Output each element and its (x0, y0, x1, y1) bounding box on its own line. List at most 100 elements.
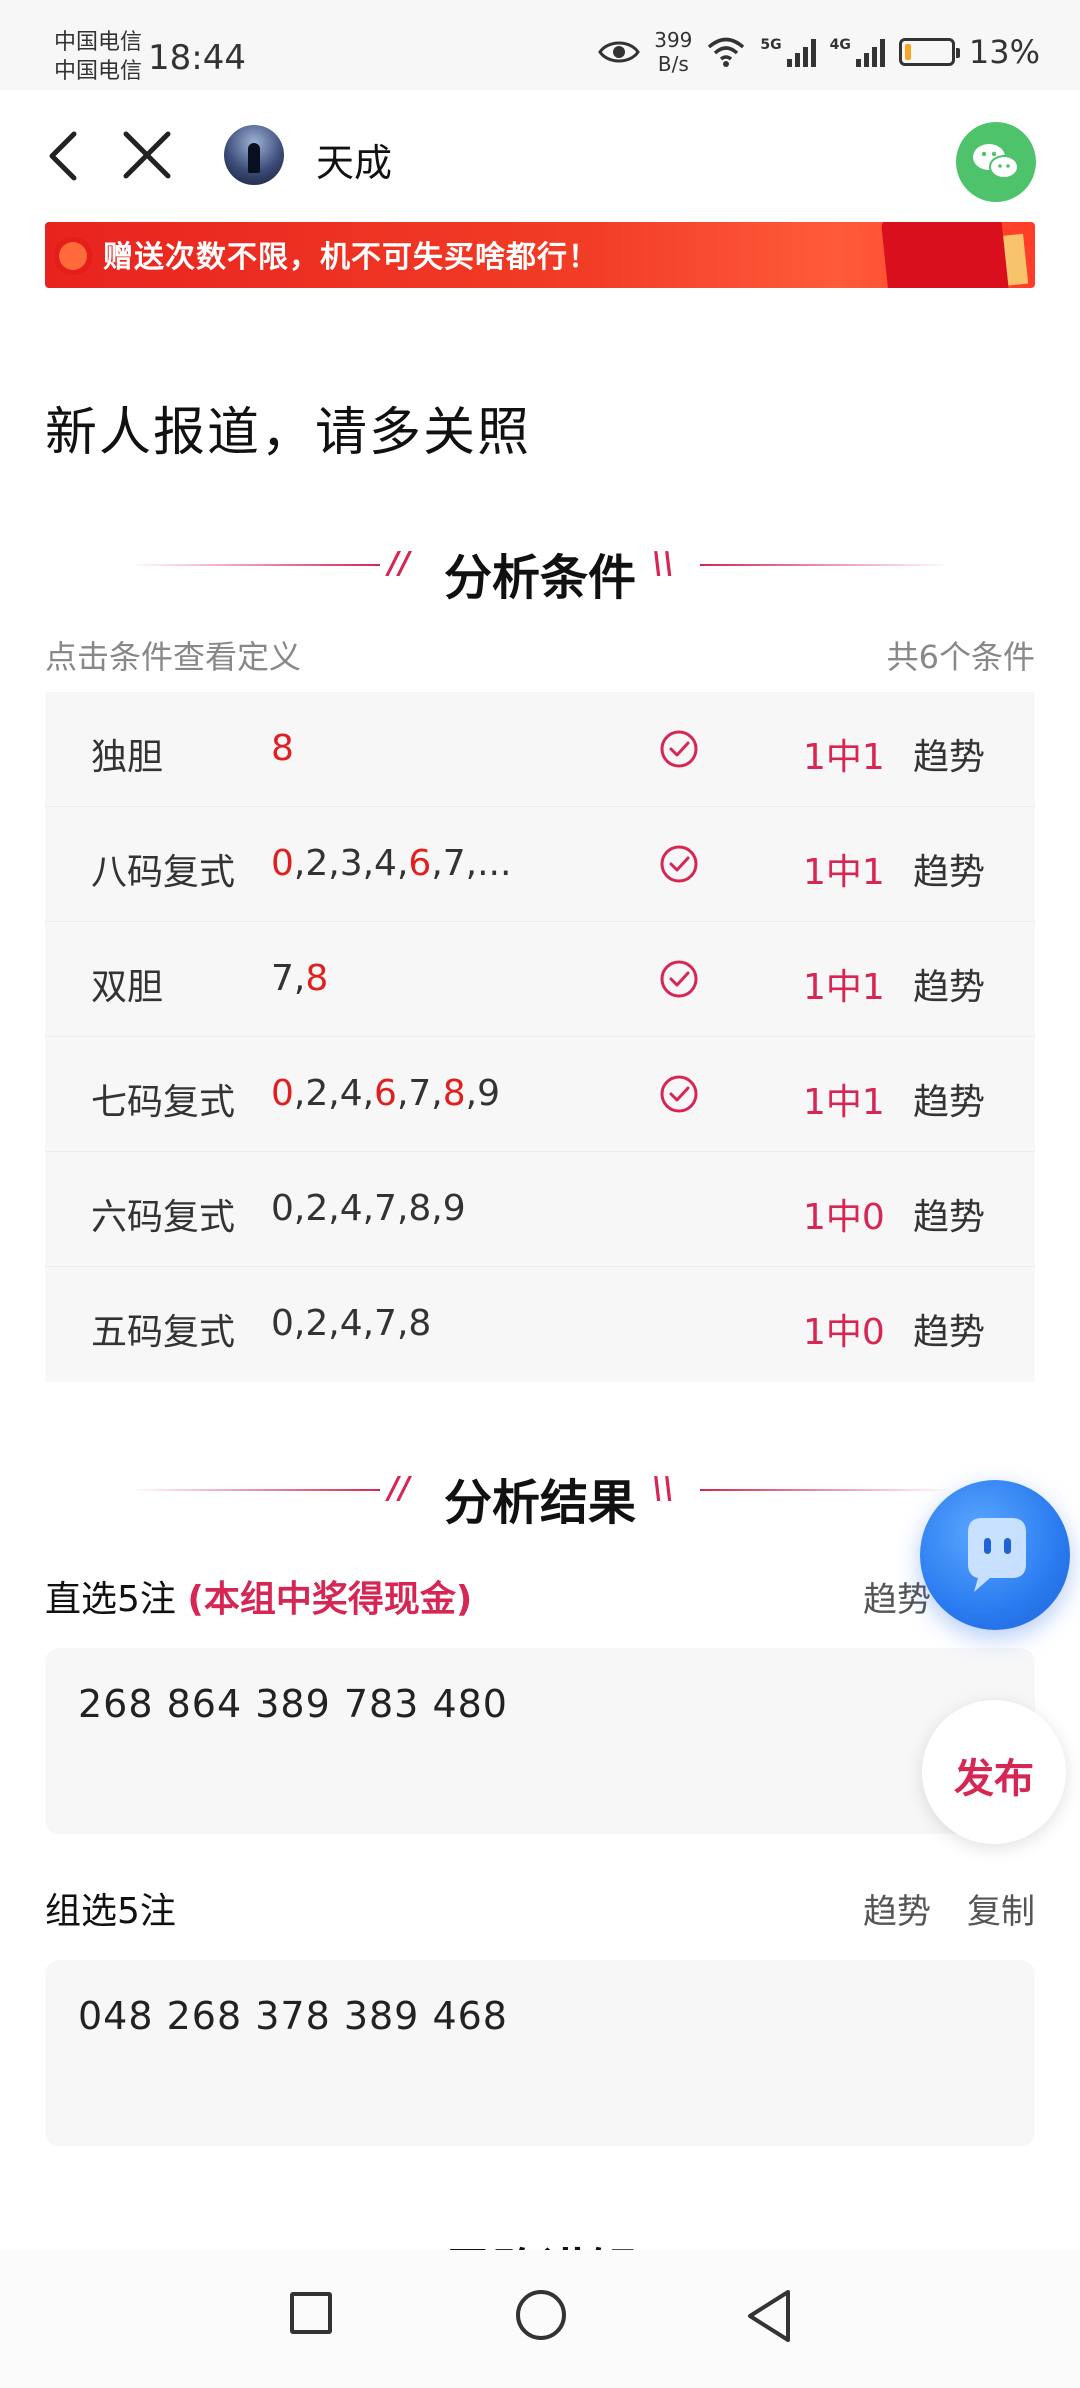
coin-icon (53, 236, 93, 276)
gift-icon (880, 222, 1010, 288)
condition-name[interactable]: 七码复式 (91, 1073, 235, 1125)
condition-value: 0,2,3,4,6,7,... (271, 843, 511, 884)
condition-row[interactable]: 五码复式 0,2,4,7,8 1中0 趋势 (45, 1267, 1035, 1382)
section-header-conditions: // 分析条件 \\ (0, 530, 1080, 606)
condition-trend-link[interactable]: 趋势 (913, 843, 985, 895)
condition-trend-link[interactable]: 趋势 (913, 1188, 985, 1240)
condition-name[interactable]: 双胆 (91, 958, 163, 1010)
carrier-2: 中国电信 (54, 59, 143, 84)
recent-apps-icon[interactable] (290, 2292, 332, 2334)
cell-signal-2-icon: 4G (830, 37, 885, 67)
group-actions: 趋势 复制 (863, 1884, 1035, 1933)
value-digits: ,2,4, (293, 1073, 375, 1114)
condition-hit-rate: 1中0 (803, 1312, 885, 1353)
value-digits: ,7,... (431, 843, 512, 884)
chat-bot-icon (968, 1518, 1026, 1592)
status-bar: 中国电信 中国电信 18:44 399 B/s 5G 4G 13% (0, 0, 1080, 90)
battery-level (904, 44, 911, 60)
check-circle-icon (660, 1075, 698, 1113)
back-icon[interactable] (40, 128, 90, 184)
group-numbers-box: 048 268 378 389 468 (45, 1960, 1035, 2146)
condition-name[interactable]: 八码复式 (91, 843, 235, 895)
system-nav-bar (0, 2250, 1080, 2388)
net-speed-value: 399 (654, 28, 693, 52)
condition-trend-link[interactable]: 趋势 (913, 1303, 985, 1355)
group-label: 组选5注 (45, 1882, 176, 1934)
carrier-1: 中国电信 (54, 30, 143, 55)
group-label-text: 组选5注 (45, 1891, 176, 1932)
group-trend-link[interactable]: 趋势 (863, 1884, 931, 1933)
section-title: 分析结果 (443, 1475, 636, 1531)
value-hit-digit: 0 (271, 1073, 294, 1114)
assistant-bot-button[interactable] (920, 1480, 1070, 1630)
condition-row[interactable]: 独胆 8 1中1 趋势 (45, 692, 1035, 807)
slash-decoration-icon: \\ (652, 1471, 674, 1506)
group-copy-button[interactable]: 复制 (967, 1884, 1035, 1933)
direct-highlight: (本组中奖得现金) (187, 1579, 473, 1620)
conditions-hint: 点击条件查看定义 (45, 638, 302, 676)
nav-back-icon[interactable] (742, 2286, 798, 2346)
direct-numbers-box: 268 864 389 783 480 (45, 1648, 1035, 1834)
publish-button[interactable]: 发布 (922, 1700, 1066, 1844)
condition-trend-link[interactable]: 趋势 (913, 958, 985, 1010)
clock: 18:44 (148, 38, 246, 78)
direct-numbers: 268 864 389 783 480 (78, 1682, 508, 1726)
top-bar: 天成 (0, 90, 1080, 220)
value-hit-digit: 8 (271, 728, 294, 769)
net-speed-unit: B/s (657, 52, 689, 76)
conditions-table: 独胆 8 1中1 趋势 八码复式 0,2,3,4,6,7,... 1中1 趋势 双胆 7,8 1中1… (45, 692, 1035, 1382)
value-digits: ,7, (396, 1073, 443, 1114)
condition-hit-rate: 1中1 (803, 852, 885, 893)
condition-value: 0,2,4,7,8 (271, 1303, 431, 1344)
section-header-results: // 分析结果 \\ (0, 1455, 1080, 1531)
condition-hit-rate: 1中0 (803, 1197, 885, 1238)
condition-row[interactable]: 七码复式 0,2,4,6,7,8,9 1中1 趋势 (45, 1037, 1035, 1152)
group-numbers: 048 268 378 389 468 (78, 1994, 508, 2038)
divider-line (700, 564, 950, 566)
condition-value: 8 (271, 728, 294, 769)
value-hit-digit: 6 (374, 1073, 397, 1114)
carrier-info: 中国电信 中国电信 (54, 28, 142, 86)
check-circle-icon (660, 730, 698, 768)
condition-hit-rate: 1中1 (803, 967, 885, 1008)
net-speed: 399 B/s (654, 28, 692, 76)
value-hit-digit: 6 (408, 843, 432, 884)
slash-decoration-icon: \\ (652, 546, 674, 581)
cell-signal-1-icon: 5G (760, 37, 816, 67)
condition-name[interactable]: 六码复式 (91, 1188, 235, 1240)
condition-value: 0,2,4,6,7,8,9 (271, 1073, 500, 1114)
status-icons: 399 B/s 5G 4G 13% (598, 28, 1040, 76)
check-circle-icon (660, 845, 698, 883)
wechat-button[interactable] (956, 122, 1036, 202)
condition-trend-link[interactable]: 趋势 (913, 728, 985, 780)
condition-trend-link[interactable]: 趋势 (913, 1073, 985, 1125)
conditions-count: 共6个条件 (886, 638, 1035, 676)
condition-row[interactable]: 六码复式 0,2,4,7,8,9 1中0 趋势 (45, 1152, 1035, 1267)
check-circle-icon (660, 960, 698, 998)
condition-name[interactable]: 五码复式 (91, 1303, 235, 1355)
close-icon[interactable] (118, 126, 176, 184)
divider-line (700, 1489, 950, 1491)
condition-name[interactable]: 独胆 (91, 728, 163, 780)
eye-icon (598, 41, 641, 63)
condition-row[interactable]: 双胆 7,8 1中1 趋势 (45, 922, 1035, 1037)
banner-text: 赠送次数不限，机不可失买啥都行！ (103, 240, 599, 275)
username[interactable]: 天成 (316, 132, 392, 187)
section-title: 分析条件 (443, 550, 636, 606)
post-title: 新人报道，请多关照 (45, 403, 532, 463)
publish-label: 发布 (954, 1756, 1034, 1802)
promo-banner[interactable]: 赠送次数不限，机不可失买啥都行！ (45, 222, 1035, 288)
avatar[interactable] (224, 125, 284, 185)
condition-value: 0,2,4,7,8,9 (271, 1188, 466, 1229)
value-hit-digit: 8 (305, 958, 329, 999)
condition-row[interactable]: 八码复式 0,2,3,4,6,7,... 1中1 趋势 (45, 807, 1035, 922)
home-icon[interactable] (516, 2290, 566, 2340)
battery-percent: 13% (968, 33, 1040, 71)
wechat-icon (973, 144, 1019, 179)
value-hit-digit: 8 (442, 1073, 466, 1114)
condition-value: 7,8 (271, 958, 328, 999)
wifi-icon (708, 37, 745, 67)
value-hit-digit: 0 (271, 843, 294, 884)
conditions-subheader: 点击条件查看定义 共6个条件 (45, 632, 1035, 678)
direct-label: 直选5注 (本组中奖得现金) (45, 1570, 472, 1622)
